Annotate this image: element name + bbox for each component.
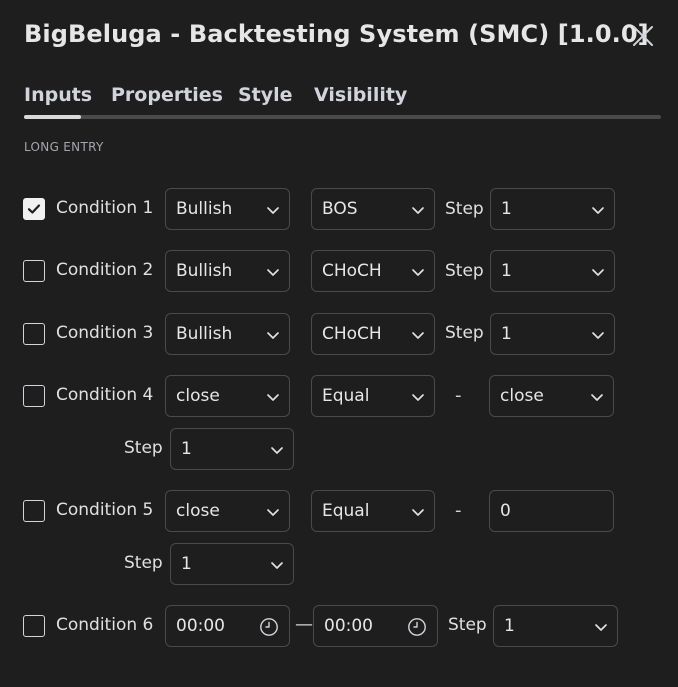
chevron-down-icon — [591, 394, 603, 401]
condition-1-direction-value: Bullish — [176, 199, 233, 219]
active-tab-indicator — [24, 115, 81, 119]
condition-5-step-select[interactable]: 1 — [170, 543, 294, 585]
condition-5-source-value: close — [176, 501, 220, 521]
condition-5-source-select[interactable]: close — [165, 490, 290, 532]
condition-3-checkbox[interactable] — [23, 323, 45, 345]
condition-4-step-value: 1 — [181, 439, 192, 459]
condition-6-time-separator: — — [295, 614, 313, 635]
close-icon — [633, 26, 653, 46]
chevron-down-icon — [267, 207, 279, 214]
condition-4-step-label: Step — [124, 438, 163, 458]
condition-3-direction-value: Bullish — [176, 324, 233, 344]
condition-6-start-time-input[interactable]: 00:00 — [165, 605, 290, 647]
condition-4-compare-select[interactable]: close — [489, 375, 614, 417]
condition-2-direction-value: Bullish — [176, 261, 233, 281]
tab-properties[interactable]: Properties — [111, 84, 223, 106]
chevron-down-icon — [595, 624, 607, 631]
condition-4-separator: - — [455, 385, 462, 406]
check-icon — [27, 204, 41, 214]
condition-5-label: Condition 5 — [56, 500, 154, 520]
condition-5-operator-select[interactable]: Equal — [311, 490, 435, 532]
condition-6-step-label: Step — [448, 615, 487, 635]
condition-6-end-time-input[interactable]: 00:00 — [313, 605, 438, 647]
condition-4-operator-select[interactable]: Equal — [311, 375, 435, 417]
condition-4-operator-value: Equal — [322, 386, 370, 406]
condition-1-structure-value: BOS — [322, 199, 358, 219]
settings-tabs: Inputs Properties Style Visibility — [24, 84, 661, 120]
condition-5-checkbox[interactable] — [23, 500, 45, 522]
condition-3-structure-select[interactable]: CHoCH — [311, 313, 435, 355]
condition-5-operator-value: Equal — [322, 501, 370, 521]
condition-2-step-label: Step — [445, 261, 484, 281]
indicator-settings-dialog: BigBeluga - Backtesting System (SMC) [1.… — [0, 0, 678, 687]
condition-4-label: Condition 4 — [56, 385, 154, 405]
condition-2-step-select[interactable]: 1 — [490, 250, 615, 292]
condition-3-label: Condition 3 — [56, 323, 154, 343]
condition-4-compare-value: close — [500, 386, 544, 406]
chevron-down-icon — [412, 394, 424, 401]
tab-visibility[interactable]: Visibility — [314, 84, 407, 106]
chevron-down-icon — [267, 394, 279, 401]
condition-2-structure-select[interactable]: CHoCH — [311, 250, 435, 292]
condition-6-start-time-value: 00:00 — [176, 616, 225, 636]
chevron-down-icon — [267, 509, 279, 516]
condition-4-checkbox[interactable] — [23, 385, 45, 407]
chevron-down-icon — [592, 332, 604, 339]
condition-4-source-value: close — [176, 386, 220, 406]
condition-1-structure-select[interactable]: BOS — [311, 188, 435, 230]
condition-5-value-input[interactable]: 0 — [489, 490, 614, 532]
condition-5-step-label: Step — [124, 553, 163, 573]
chevron-down-icon — [592, 207, 604, 214]
condition-1-label: Condition 1 — [56, 198, 154, 218]
condition-4-source-select[interactable]: close — [165, 375, 290, 417]
condition-6-step-value: 1 — [504, 616, 515, 636]
condition-2-label: Condition 2 — [56, 260, 154, 280]
clock-icon — [260, 618, 278, 636]
condition-3-direction-select[interactable]: Bullish — [165, 313, 290, 355]
tab-inputs[interactable]: Inputs — [24, 84, 92, 106]
condition-1-direction-select[interactable]: Bullish — [165, 188, 290, 230]
clock-icon — [408, 618, 426, 636]
condition-1-step-label: Step — [445, 199, 484, 219]
chevron-down-icon — [271, 447, 283, 454]
condition-4-step-select[interactable]: 1 — [170, 428, 294, 470]
condition-5-input-value: 0 — [500, 501, 511, 521]
dialog-title: BigBeluga - Backtesting System (SMC) [1.… — [24, 20, 649, 48]
chevron-down-icon — [412, 269, 424, 276]
chevron-down-icon — [267, 332, 279, 339]
tab-style[interactable]: Style — [238, 84, 293, 106]
chevron-down-icon — [271, 562, 283, 569]
condition-2-checkbox[interactable] — [23, 260, 45, 282]
condition-3-step-value: 1 — [501, 324, 512, 344]
condition-2-direction-select[interactable]: Bullish — [165, 250, 290, 292]
condition-5-step-value: 1 — [181, 554, 192, 574]
section-long-entry: LONG ENTRY — [24, 140, 104, 154]
condition-1-step-value: 1 — [501, 199, 512, 219]
condition-6-checkbox[interactable] — [23, 615, 45, 637]
condition-3-step-select[interactable]: 1 — [490, 313, 615, 355]
chevron-down-icon — [412, 332, 424, 339]
chevron-down-icon — [267, 269, 279, 276]
condition-3-structure-value: CHoCH — [322, 324, 382, 344]
condition-6-label: Condition 6 — [56, 615, 154, 635]
condition-2-step-value: 1 — [501, 261, 512, 281]
condition-6-step-select[interactable]: 1 — [493, 605, 618, 647]
condition-1-checkbox[interactable] — [23, 198, 45, 220]
condition-6-end-time-value: 00:00 — [324, 616, 373, 636]
tabs-track — [24, 115, 661, 119]
chevron-down-icon — [412, 509, 424, 516]
condition-5-separator: - — [455, 500, 462, 521]
chevron-down-icon — [592, 269, 604, 276]
condition-1-step-select[interactable]: 1 — [490, 188, 615, 230]
close-button[interactable] — [624, 17, 662, 55]
condition-2-structure-value: CHoCH — [322, 261, 382, 281]
condition-3-step-label: Step — [445, 323, 484, 343]
chevron-down-icon — [412, 207, 424, 214]
